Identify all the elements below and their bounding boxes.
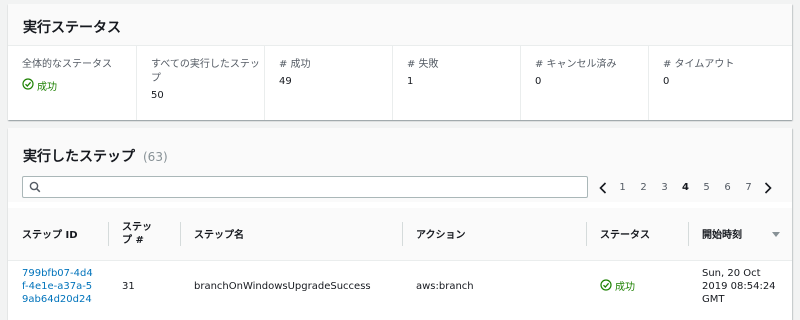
- steps-table: ステップ ID ステップ # ステップ名 アクション ステータス 開始時刻 79…: [8, 208, 792, 312]
- chevron-left-icon: [599, 182, 607, 194]
- column-header-step-name[interactable]: ステップ名: [180, 208, 402, 260]
- column-header-label: ステップ #: [122, 221, 152, 246]
- page-3-button[interactable]: 3: [654, 179, 675, 197]
- executed-steps-header: 実行したステップ (63): [8, 128, 792, 174]
- step-id-cell: 799bfb07-4d4f-4e1e-a37a-59ab64d20d24: [8, 260, 108, 312]
- stat-value: 成功: [22, 78, 136, 93]
- stat-value: 50: [151, 90, 164, 101]
- next-page-button[interactable]: [759, 182, 777, 194]
- start-time-cell: Sun, 20 Oct 2019 08:54:24 GMT: [702, 267, 776, 305]
- chevron-right-icon: [764, 182, 772, 194]
- stat-failed: # 失敗 1: [392, 46, 520, 120]
- stat-label: # 成功: [279, 59, 311, 70]
- status-text: 成功: [615, 281, 635, 293]
- column-header-action[interactable]: アクション: [402, 208, 586, 260]
- column-header-step-id[interactable]: ステップ ID: [8, 208, 108, 260]
- table-row: 799bfb07-4d4f-4e1e-a37a-59ab64d20d24 31 …: [8, 260, 792, 312]
- success-check-icon: [600, 279, 612, 291]
- steps-toolbar: 1 2 3 4 5 6 7: [8, 174, 792, 202]
- search-input[interactable]: [47, 178, 587, 196]
- page-5-button[interactable]: 5: [696, 179, 717, 197]
- stat-value: 0: [535, 76, 542, 87]
- column-header-label: 開始時刻: [702, 230, 742, 242]
- executed-steps-panel: 実行したステップ (63) 1 2 3 4 5 6 7 ステップ ID ステップ…: [8, 128, 792, 320]
- stat-label: 全体的なステータス: [22, 59, 112, 70]
- table-header-row: ステップ ID ステップ # ステップ名 アクション ステータス 開始時刻: [8, 208, 792, 260]
- page-4-button[interactable]: 4: [675, 179, 696, 197]
- search-box[interactable]: [22, 176, 588, 198]
- status-indicator: 成功: [600, 278, 635, 293]
- execution-status-header: 実行ステータス: [8, 4, 792, 46]
- search-icon: [29, 178, 41, 197]
- status-stats: 全体的なステータス 成功 すべての実行したステップ 50 # 成功 49 # 失…: [8, 46, 792, 120]
- page-7-button[interactable]: 7: [738, 179, 759, 197]
- stat-timed-out: # タイムアウト 0: [648, 46, 792, 120]
- previous-page-button[interactable]: [594, 182, 612, 194]
- execution-status-panel: 実行ステータス 全体的なステータス 成功 すべての実行したステップ 50 # 成…: [8, 4, 792, 120]
- page-6-button[interactable]: 6: [717, 179, 738, 197]
- stat-label: すべての実行したステップ: [151, 59, 260, 84]
- column-header-start-time[interactable]: 開始時刻: [688, 208, 792, 260]
- step-id-link[interactable]: 799bfb07-4d4f-4e1e-a37a-59ab64d20d24: [22, 267, 94, 306]
- stat-total-steps: すべての実行したステップ 50: [136, 46, 264, 120]
- stat-label: # 失敗: [407, 59, 439, 70]
- column-header-status[interactable]: ステータス: [586, 208, 688, 260]
- page-2-button[interactable]: 2: [633, 179, 654, 197]
- stat-overall-status: 全体的なステータス 成功: [8, 46, 136, 120]
- pagination: 1 2 3 4 5 6 7: [594, 178, 777, 198]
- stat-label: # キャンセル済み: [535, 59, 617, 70]
- action-cell: aws:branch: [416, 280, 474, 292]
- steps-count: (63): [143, 150, 168, 164]
- stat-value: 49: [279, 76, 292, 87]
- sort-descending-icon[interactable]: [772, 230, 780, 241]
- executed-steps-title: 実行したステップ: [23, 149, 135, 165]
- step-number-cell: 31: [122, 280, 135, 292]
- page-1-button[interactable]: 1: [612, 179, 633, 197]
- stat-value: 1: [407, 76, 414, 87]
- stat-label: # タイムアウト: [663, 59, 735, 70]
- column-header-step-number[interactable]: ステップ #: [108, 208, 180, 260]
- overall-status-value: 成功: [37, 82, 57, 93]
- execution-status-title: 実行ステータス: [23, 20, 121, 36]
- step-name-cell: branchOnWindowsUpgradeSuccess: [194, 280, 371, 292]
- stat-cancelled: # キャンセル済み 0: [520, 46, 648, 120]
- status-cell: 成功: [586, 260, 688, 312]
- stat-succeeded: # 成功 49: [264, 46, 392, 120]
- stat-value: 0: [663, 76, 670, 87]
- success-check-icon: [22, 78, 34, 93]
